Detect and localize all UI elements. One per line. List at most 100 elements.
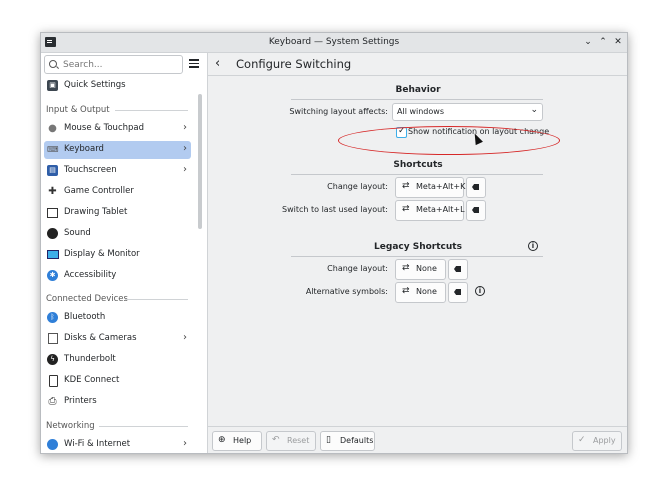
thunderbolt-icon: ϟ	[47, 354, 58, 365]
switching-layout-label: Switching layout affects:	[289, 107, 388, 116]
backspace-icon	[472, 207, 479, 213]
clear-alternative-symbols-button[interactable]	[448, 282, 468, 303]
bluetooth-icon: ᛒ	[47, 312, 58, 323]
chevron-down-icon: ⌄	[530, 105, 538, 115]
document-icon: ▯	[326, 435, 331, 445]
sidebar-item-label: Game Controller	[64, 186, 134, 196]
sidebar-item-label: Thunderbolt	[64, 354, 116, 364]
change-layout-label: Change layout:	[327, 182, 388, 191]
sidebar-scrollbar[interactable]	[198, 94, 202, 229]
close-button[interactable]: ✕	[612, 36, 624, 48]
disk-icon	[48, 333, 58, 344]
sidebar-item-accessibility[interactable]: ✱ Accessibility	[44, 267, 191, 285]
hamburger-menu-button[interactable]	[187, 56, 201, 70]
section-divider	[125, 299, 188, 300]
section-header-input-output: Input & Output	[46, 105, 110, 115]
sidebar-item-keyboard[interactable]: ⌨ Keyboard ›	[44, 141, 191, 159]
sidebar-item-wifi-internet[interactable]: Wi-Fi & Internet ›	[44, 436, 191, 453]
button-label: Help	[233, 436, 252, 445]
sidebar-item-game-controller[interactable]: ✚ Game Controller	[44, 183, 191, 201]
footer-bar: ⊕ Help ↶ Reset ▯ Defaults ✓ Apply	[208, 426, 627, 453]
clear-change-layout-button[interactable]	[466, 177, 486, 198]
sidebar-item-label: Touchscreen	[64, 165, 117, 175]
section-divider	[99, 426, 188, 427]
sidebar-item-thunderbolt[interactable]: ϟ Thunderbolt	[44, 351, 191, 369]
clear-switch-last-layout-button[interactable]	[466, 200, 486, 221]
accessibility-icon: ✱	[47, 270, 58, 281]
help-button[interactable]: ⊕ Help	[212, 431, 262, 451]
change-layout-shortcut-button[interactable]: ⇄ Meta+Alt+K	[395, 177, 466, 198]
search-box[interactable]	[44, 55, 183, 74]
info-icon[interactable]: i	[475, 286, 485, 296]
checkmark-icon: ✓	[578, 435, 586, 445]
chevron-right-icon: ›	[183, 143, 187, 154]
section-header-connected-devices: Connected Devices	[46, 294, 128, 304]
minimize-button[interactable]: ⌄	[582, 36, 594, 48]
annotation-ellipse	[338, 126, 560, 155]
sidebar-item-label: Printers	[64, 396, 97, 406]
legacy-change-layout-shortcut-button[interactable]: ⇄ None	[395, 259, 446, 280]
search-input[interactable]	[61, 58, 180, 72]
sidebar-item-quick-settings[interactable]: ▣ Quick Settings	[44, 77, 191, 95]
backspace-icon	[472, 184, 479, 190]
back-button[interactable]: ‹	[215, 56, 220, 71]
page-header: ‹ Configure Switching	[208, 53, 627, 76]
shortcut-icon: ⇄	[402, 286, 410, 296]
sidebar-item-drawing-tablet[interactable]: Drawing Tablet	[44, 204, 191, 222]
section-divider	[291, 174, 543, 175]
reset-button[interactable]: ↶ Reset	[266, 431, 316, 451]
chevron-right-icon: ›	[183, 332, 187, 343]
clear-legacy-change-layout-button[interactable]	[448, 259, 468, 280]
switch-last-layout-label: Switch to last used layout:	[282, 205, 388, 214]
tablet-icon	[47, 208, 58, 218]
info-icon[interactable]: i	[528, 241, 538, 251]
backspace-icon	[454, 266, 461, 272]
sidebar-item-disks-cameras[interactable]: Disks & Cameras ›	[44, 330, 191, 348]
sidebar-item-label: Accessibility	[64, 270, 117, 280]
sidebar-item-touchscreen[interactable]: ▤ Touchscreen ›	[44, 162, 191, 180]
section-divider	[291, 99, 543, 100]
sidebar-item-label: Mouse & Touchpad	[64, 123, 145, 133]
section-divider	[115, 110, 188, 111]
legacy-shortcuts-section-title: Legacy Shortcuts	[374, 242, 462, 252]
sidebar-item-display-monitor[interactable]: Display & Monitor	[44, 246, 191, 264]
sidebar-item-mouse-touchpad[interactable]: ● Mouse & Touchpad ›	[44, 120, 191, 138]
switch-last-layout-shortcut-button[interactable]: ⇄ Meta+Alt+L	[395, 200, 465, 221]
shortcut-icon: ⇄	[402, 204, 410, 214]
alternative-symbols-shortcut-button[interactable]: ⇄ None	[395, 282, 446, 303]
keyboard-icon: ⌨	[47, 145, 59, 154]
shortcut-value: Meta+Alt+L	[416, 205, 465, 214]
backspace-icon	[454, 289, 461, 295]
sidebar-item-label: Keyboard	[64, 144, 104, 154]
sidebar-item-kde-connect[interactable]: KDE Connect	[44, 372, 191, 390]
button-label: Apply	[593, 436, 616, 445]
shortcut-value: None	[416, 264, 437, 273]
switching-layout-combobox[interactable]: All windows ⌄	[392, 103, 543, 121]
shortcuts-section-title: Shortcuts	[393, 160, 443, 170]
sidebar-item-printers[interactable]: ⎙ Printers	[44, 393, 191, 411]
chevron-right-icon: ›	[183, 164, 187, 175]
sidebar-item-bluetooth[interactable]: ᛒ Bluetooth	[44, 309, 191, 327]
sidebar-item-label: Display & Monitor	[64, 249, 140, 259]
sidebar-item-sound[interactable]: Sound	[44, 225, 191, 243]
title-bar: Keyboard — System Settings ⌄ ⌃ ✕	[41, 33, 627, 53]
help-icon: ⊕	[218, 435, 226, 445]
chevron-right-icon: ›	[183, 122, 187, 133]
chevron-right-icon: ›	[183, 438, 187, 449]
section-divider	[291, 256, 543, 257]
legacy-change-layout-label: Change layout:	[327, 264, 388, 273]
defaults-button[interactable]: ▯ Defaults	[320, 431, 375, 451]
shortcut-value: Meta+Alt+K	[416, 182, 466, 191]
quick-settings-icon: ▣	[47, 80, 58, 91]
button-label: Defaults	[340, 436, 374, 445]
shortcut-icon: ⇄	[402, 181, 410, 191]
sidebar-item-label: Drawing Tablet	[64, 207, 128, 217]
globe-icon	[47, 439, 58, 450]
phone-icon	[49, 375, 58, 387]
maximize-button[interactable]: ⌃	[597, 36, 609, 48]
speaker-icon	[47, 228, 58, 239]
printer-icon: ⎙	[48, 396, 57, 407]
gamepad-icon: ✚	[48, 186, 57, 197]
apply-button[interactable]: ✓ Apply	[572, 431, 622, 451]
window-title: Keyboard — System Settings	[268, 37, 400, 47]
